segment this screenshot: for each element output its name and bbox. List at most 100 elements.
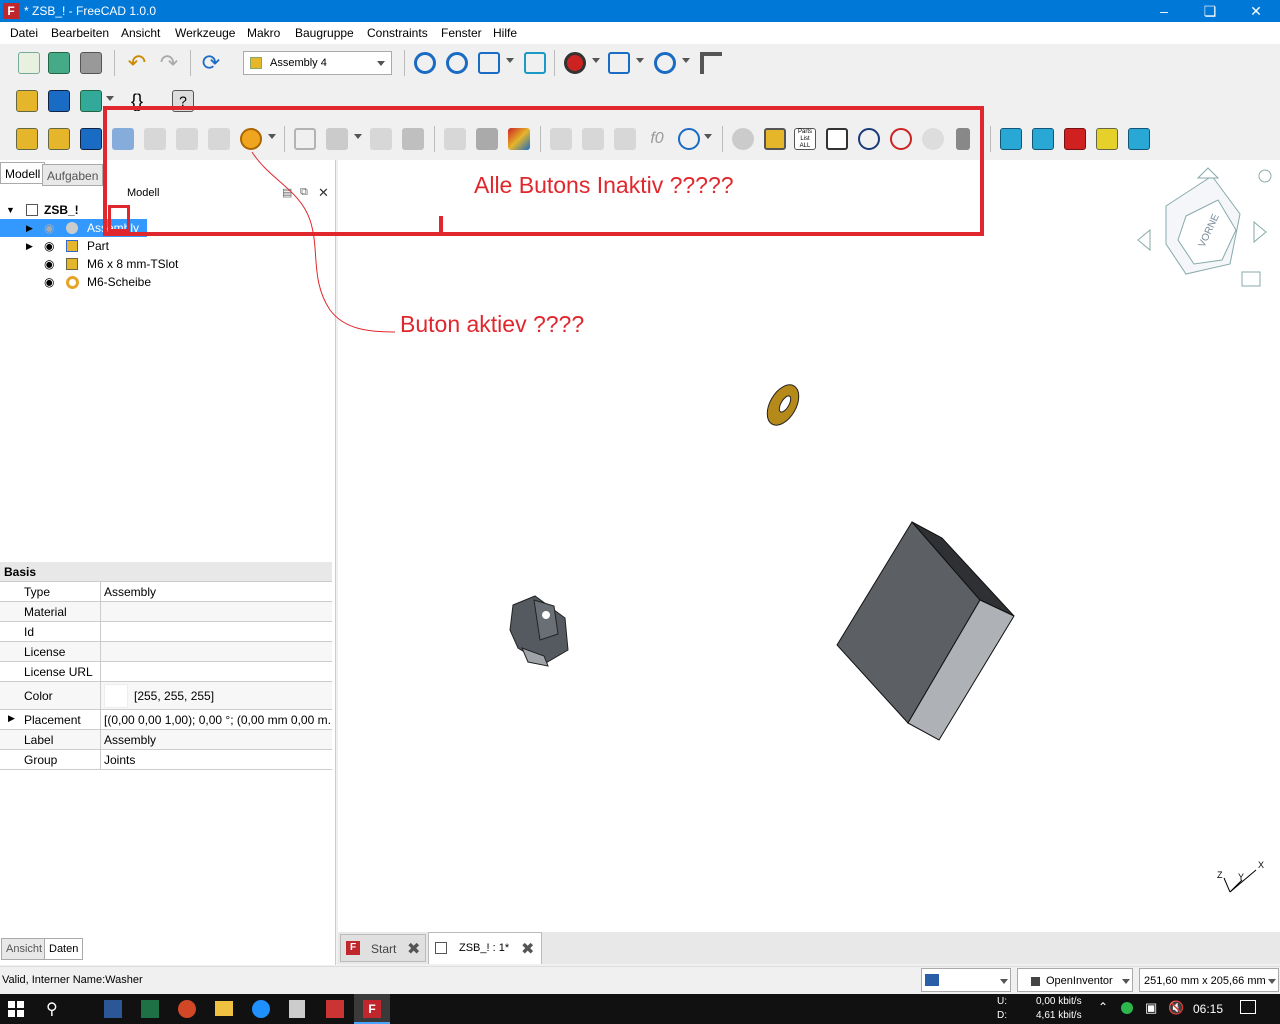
document-icon (26, 204, 38, 216)
maximize-button[interactable]: ❏ (1187, 0, 1233, 22)
isometric-view-icon[interactable] (478, 52, 500, 74)
visibility-eye-icon[interactable]: ◉ (44, 219, 54, 237)
view-front-icon[interactable] (1032, 128, 1054, 150)
draw-style-selector[interactable] (921, 968, 1011, 992)
menu-constraints[interactable]: Constraints (367, 26, 428, 40)
visibility-eye-icon[interactable]: ◉ (44, 237, 54, 255)
open-document-icon[interactable] (48, 52, 70, 74)
close-button[interactable]: ✕ (1233, 0, 1279, 22)
browser-icon[interactable] (252, 1000, 270, 1018)
sync-view-icon[interactable] (524, 52, 546, 74)
chevron-down-icon (1268, 979, 1276, 984)
tab-ansicht[interactable]: Ansicht (1, 938, 48, 960)
svg-text:X: X (1258, 860, 1264, 870)
property-row-license[interactable]: License (0, 642, 332, 662)
close-icon[interactable]: ✖ (521, 939, 534, 959)
menu-hilfe[interactable]: Hilfe (493, 26, 517, 40)
navigation-style-selector[interactable]: OpenInventor (1017, 968, 1133, 992)
new-body-icon[interactable] (80, 128, 102, 150)
save-icon[interactable] (80, 52, 102, 74)
property-row-id[interactable]: Id (0, 622, 332, 642)
view-red-cube-icon[interactable] (1064, 128, 1086, 150)
word-icon[interactable] (104, 1000, 122, 1018)
workbench-selector[interactable]: Assembly 4 (243, 51, 392, 75)
measure-icon[interactable] (700, 52, 722, 74)
tab-daten[interactable]: Daten (44, 938, 84, 960)
excel-icon[interactable] (141, 1000, 159, 1018)
parts-tree-icon[interactable] (1096, 128, 1118, 150)
menu-werkzeuge[interactable]: Werkzeuge (175, 26, 235, 40)
new-assembly-icon[interactable] (16, 128, 38, 150)
menu-bearbeiten[interactable]: Bearbeiten (51, 26, 109, 40)
menu-makro[interactable]: Makro (247, 26, 280, 40)
visibility-eye-icon[interactable]: ◉ (44, 255, 54, 273)
calculator-icon[interactable] (289, 1000, 305, 1018)
new-document-icon[interactable] (18, 52, 40, 74)
visibility-eye-icon[interactable]: ◉ (44, 273, 54, 291)
network-icon[interactable]: ▣ (1145, 1000, 1157, 1016)
windows-taskbar: ⚲ F U: D: 0,00 kbit/s 4,61 kbit/s ⌃ ▣ 🔇 … (0, 994, 1280, 1024)
tab-aufgaben[interactable]: Aufgaben (42, 164, 104, 186)
3d-viewport[interactable]: VORNE X Z Y (338, 160, 1280, 932)
menu-datei[interactable]: Datei (10, 26, 38, 40)
minimize-button[interactable]: – (1141, 0, 1187, 22)
new-part-icon[interactable] (48, 128, 70, 150)
assembly-icon (66, 222, 78, 234)
draw-style-icon[interactable] (564, 52, 586, 74)
block-3d-model[interactable] (836, 521, 1015, 741)
tslot-3d-model[interactable] (509, 595, 569, 667)
navigation-cube[interactable]: VORNE (1137, 167, 1272, 287)
body-icon (66, 258, 78, 270)
file-explorer-icon[interactable] (215, 1001, 233, 1016)
powerpoint-icon[interactable] (178, 1000, 196, 1018)
property-row-license-url[interactable]: License URL (0, 662, 332, 682)
freecad-taskbar-button[interactable]: F (354, 994, 390, 1024)
property-row-material[interactable]: Material (0, 602, 332, 622)
property-row-color[interactable]: Color [255, 255, 255] (0, 682, 332, 710)
chevron-up-icon[interactable]: ⌃ (1098, 1000, 1108, 1014)
notifications-icon[interactable] (1240, 1000, 1256, 1014)
property-row-group[interactable]: Group Joints (0, 750, 332, 770)
annotation-tick (439, 216, 443, 236)
volume-muted-icon[interactable]: 🔇 (1168, 1000, 1184, 1016)
property-row-placement[interactable]: ▶ Placement [(0,00 0,00 1,00); 0,00 °; (0… (0, 710, 332, 730)
redo-icon[interactable]: ↷ (158, 52, 180, 74)
undo-icon[interactable]: ↶ (126, 52, 148, 74)
create-part-icon[interactable] (16, 90, 38, 112)
washer-3d-model[interactable] (761, 379, 806, 430)
window-title: * ZSB_! - FreeCAD 1.0.0 (24, 4, 157, 18)
fit-all-icon[interactable] (414, 52, 436, 74)
kaspersky-icon[interactable] (1121, 1002, 1133, 1014)
navigation-cube-icon (1031, 977, 1040, 986)
app-grid-icon[interactable] (326, 1000, 344, 1018)
annotation-tree-marker (108, 205, 130, 232)
workbench-label: Assembly 4 (270, 57, 327, 69)
tab-zsb[interactable]: ZSB_! : 1* ✖ (428, 932, 542, 964)
fit-selection-icon[interactable] (446, 52, 468, 74)
close-icon[interactable]: ✖ (407, 939, 420, 959)
link-actions-icon[interactable] (80, 90, 102, 112)
chevron-down-icon (377, 61, 385, 66)
refresh-icon[interactable]: ⟳ (200, 52, 222, 74)
chevron-down-icon (682, 58, 690, 63)
search-icon[interactable]: ⚲ (46, 999, 58, 1019)
tab-start[interactable]: F Start ✖ (340, 934, 426, 962)
create-group-icon[interactable] (48, 90, 70, 112)
status-bar: Valid, Interner Name:Washer OpenInventor… (0, 966, 1280, 994)
menu-fenster[interactable]: Fenster (441, 26, 482, 40)
color-indicator (925, 974, 939, 986)
check-assembly-icon[interactable] (1128, 128, 1150, 150)
zoom-icon[interactable] (654, 52, 676, 74)
menu-baugruppe[interactable]: Baugruppe (295, 26, 354, 40)
color-swatch[interactable] (104, 684, 128, 708)
tab-modell[interactable]: Modell (0, 162, 46, 184)
windows-start-icon[interactable] (8, 1001, 24, 1017)
property-row-label[interactable]: Label Assembly (0, 730, 332, 750)
menu-ansicht[interactable]: Ansicht (121, 26, 160, 40)
dimension-display[interactable]: 251,60 mm x 205,66 mm (1139, 968, 1279, 992)
property-row-type[interactable]: Type Assembly (0, 582, 332, 602)
view-cube-blue-icon[interactable] (1000, 128, 1022, 150)
clock[interactable]: 06:15 (1193, 1002, 1223, 1016)
bounding-box-icon[interactable] (608, 52, 630, 74)
annotation-toolbar-box (103, 106, 984, 236)
